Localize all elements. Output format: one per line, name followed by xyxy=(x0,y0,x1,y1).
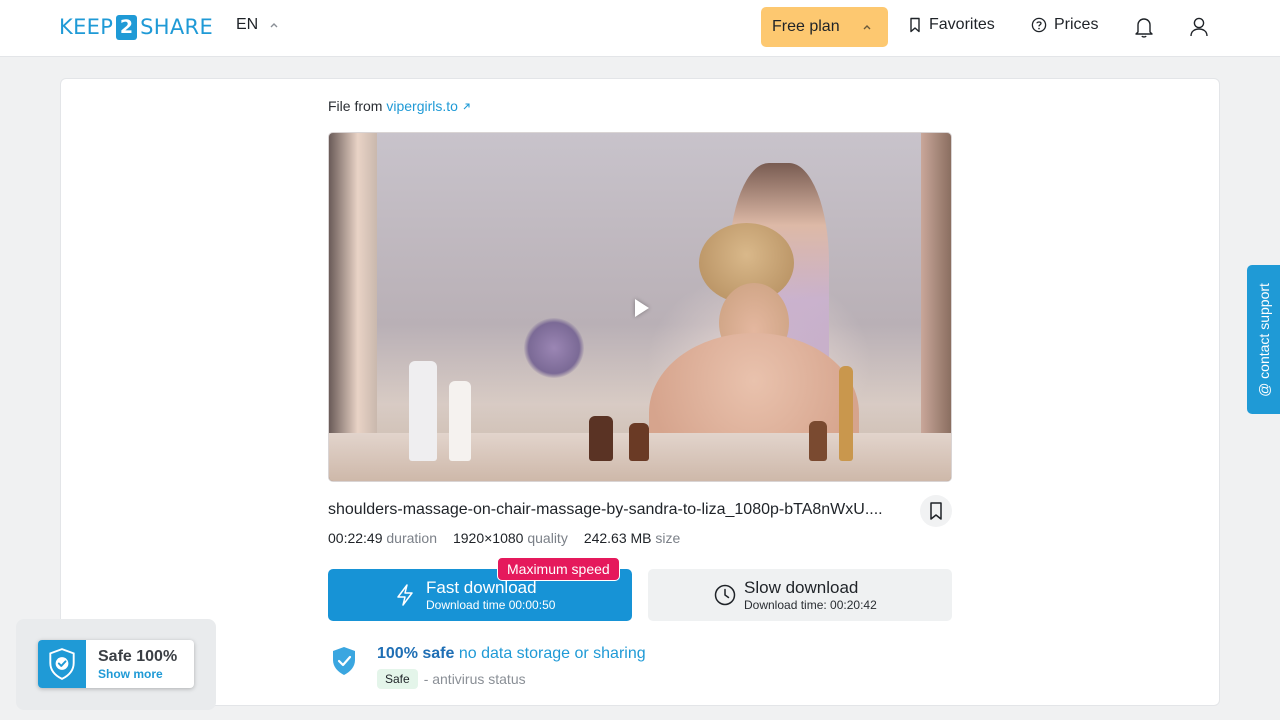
language-selector[interactable]: EN xyxy=(236,16,280,34)
question-circle-icon xyxy=(1031,17,1047,33)
favorites-label: Favorites xyxy=(929,16,995,33)
safety-title-bold: 100% safe xyxy=(377,645,455,662)
slow-download-time: Download time: 00:20:42 xyxy=(744,598,877,612)
slow-download-label: Slow download xyxy=(744,578,859,597)
maximum-speed-badge: Maximum speed xyxy=(497,557,620,581)
language-label: EN xyxy=(236,16,259,33)
fast-download-time: Download time 00:00:50 xyxy=(426,598,556,612)
file-meta: 00:22:49 duration 1920×1080 quality 242.… xyxy=(328,530,696,546)
slow-download-button[interactable]: Slow download Download time: 00:20:42 xyxy=(648,569,952,621)
file-size: 242.63 MB size xyxy=(584,530,681,546)
contact-support-tab[interactable]: @ contact support xyxy=(1247,265,1280,414)
safe-widget-icon-box xyxy=(38,640,86,688)
logo-text-share: SHARE xyxy=(140,15,214,39)
file-name: shoulders-massage-on-chair-massage-by-sa… xyxy=(328,501,883,518)
play-icon[interactable] xyxy=(635,299,649,317)
size-label: size xyxy=(655,530,681,546)
video-scene-bottle xyxy=(409,361,437,461)
safety-title: 100% safe no data storage or sharing xyxy=(377,645,646,663)
safe-100-widget[interactable]: Safe 100% Show more xyxy=(38,640,194,688)
logo-badge-2: 2 xyxy=(116,14,138,40)
antivirus-status: Safe - antivirus status xyxy=(377,669,526,689)
bookmark-icon xyxy=(910,17,920,33)
chevron-up-icon xyxy=(270,23,278,28)
file-quality: 1920×1080 quality xyxy=(453,530,568,546)
fast-download-label: Fast download xyxy=(426,578,537,597)
shield-check-icon xyxy=(49,648,75,680)
free-plan-button[interactable]: Free plan xyxy=(761,7,888,47)
top-header: KEEP 2 SHARE EN Free plan Favorites Pric… xyxy=(0,0,1280,57)
size-value: 242.63 MB xyxy=(583,530,652,546)
video-scene-left-light xyxy=(329,133,377,481)
source-link-text: vipergirls.to xyxy=(386,98,458,114)
video-scene-bottle xyxy=(809,421,827,461)
file-source: File from vipergirls.to xyxy=(328,98,471,114)
add-to-favorites-button[interactable] xyxy=(920,495,952,527)
favorites-link[interactable]: Favorites xyxy=(908,16,995,34)
logo-text-keep: KEEP xyxy=(59,15,114,39)
video-scene-right-light xyxy=(921,133,951,481)
file-duration: 00:22:49 duration xyxy=(328,530,437,546)
prices-label: Prices xyxy=(1054,16,1099,33)
safe-status-badge: Safe xyxy=(377,669,418,689)
clock-icon xyxy=(714,584,736,606)
video-scene-bottle xyxy=(839,366,853,461)
video-scene-flowers xyxy=(524,318,584,378)
video-scene-bottle xyxy=(589,416,613,461)
safety-title-rest: no data storage or sharing xyxy=(458,645,646,662)
external-link-icon xyxy=(463,103,470,110)
video-scene-bottle xyxy=(629,423,649,461)
file-from-label: File from xyxy=(328,98,383,114)
contact-support-label: @ contact support xyxy=(1255,282,1272,397)
antivirus-status-label: - antivirus status xyxy=(423,671,526,687)
safe-widget-title: Safe 100% xyxy=(98,648,178,665)
quality-value: 1920×1080 xyxy=(452,530,524,546)
video-scene-bottle xyxy=(449,381,471,461)
notifications-button[interactable] xyxy=(1132,14,1156,40)
bookmark-icon xyxy=(930,502,942,520)
shield-check-icon xyxy=(333,647,355,675)
duration-label: duration xyxy=(386,530,437,546)
prices-link[interactable]: Prices xyxy=(1031,16,1098,34)
lightning-icon xyxy=(397,584,413,606)
safe-widget-show-more-link[interactable]: Show more xyxy=(98,667,163,681)
user-icon xyxy=(1190,17,1208,37)
quality-label: quality xyxy=(527,530,568,546)
keep2share-logo[interactable]: KEEP 2 SHARE xyxy=(59,14,213,40)
video-preview[interactable] xyxy=(328,132,952,482)
source-link[interactable]: vipergirls.to xyxy=(386,98,470,114)
plan-label: Free plan xyxy=(772,18,840,35)
duration-value: 00:22:49 xyxy=(328,530,383,546)
chevron-up-icon xyxy=(863,25,871,30)
bell-icon xyxy=(1135,18,1153,38)
account-button[interactable] xyxy=(1187,14,1211,40)
